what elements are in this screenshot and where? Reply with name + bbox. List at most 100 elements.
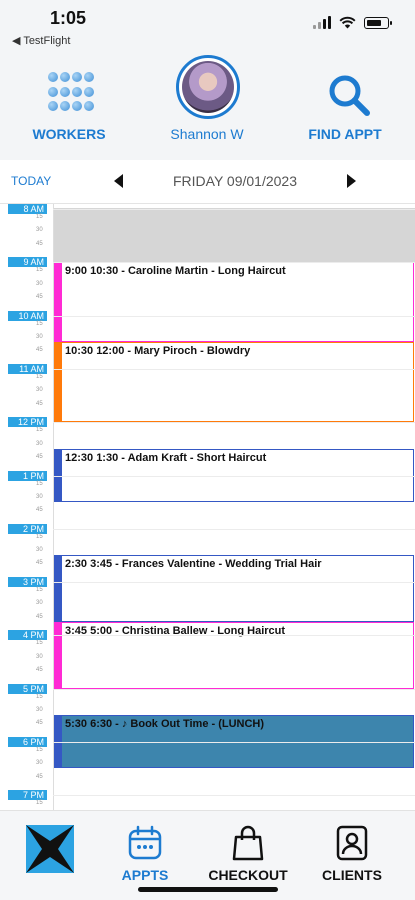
time-column: 8 AM 15 30 45 9 AM 15 30 45 10 AM 15 30 45 11 AM 15 30…: [0, 204, 55, 810]
hour-gridline: [53, 688, 415, 690]
next-day-arrow-icon[interactable]: [342, 172, 360, 190]
search-icon: [329, 75, 370, 116]
minute-label: 45: [36, 560, 43, 567]
tab-checkout-label: CHECKOUT: [208, 867, 288, 883]
hour-label: 5 PM: [8, 683, 47, 694]
minute-label: 15: [36, 427, 43, 434]
status-bar: 1:05 ◀ TestFlight: [0, 0, 415, 52]
minute-label: 30: [36, 653, 43, 660]
minute-label: 15: [36, 640, 43, 647]
hour-gridline: [53, 368, 415, 370]
hour-label: 10 AM: [8, 310, 47, 321]
minute-label: 30: [36, 493, 43, 500]
minute-label: 30: [36, 227, 43, 234]
minute-label: 45: [36, 667, 43, 673]
profile-name: Shannon W: [170, 126, 244, 142]
minute-label: 15: [36, 373, 43, 380]
minute-label: 15: [36, 267, 43, 274]
appointment-text: 9:00 10:30 - Caroline Martin - Long Hair…: [65, 265, 286, 277]
day-calendar[interactable]: 8 AM 15 30 45 9 AM 15 30 45 10 AM 15 30 45 11 AM 15 30…: [0, 204, 415, 810]
minute-label: 15: [36, 587, 43, 594]
minute-label: 45: [36, 400, 43, 407]
hour-label: 11 AM: [8, 363, 47, 374]
appointment-block[interactable]: 3:45 5:00 - Christina Ballew - Long Hair…: [54, 622, 414, 689]
hour-label: 8 AM: [8, 204, 47, 214]
cellular-signal-icon: [313, 16, 331, 29]
hour-gridline: [53, 795, 415, 797]
home-indicator: [138, 887, 278, 892]
today-button[interactable]: TODAY: [11, 174, 51, 188]
hour-gridline: [53, 528, 415, 530]
minute-label: 15: [36, 693, 43, 700]
minute-label: 15: [36, 747, 43, 753]
hour-label: 2 PM: [8, 523, 47, 534]
appointment-text: 10:30 12:00 - Mary Piroch - Blowdry: [65, 345, 251, 357]
hour-gridline: [53, 475, 415, 477]
date-bar: TODAY FRIDAY 09/01/2023: [0, 160, 415, 204]
avatar: [176, 55, 240, 119]
battery-icon: [364, 17, 392, 29]
minute-label: 15: [36, 533, 43, 540]
minute-label: 45: [36, 293, 43, 300]
minute-label: 30: [36, 333, 43, 340]
minute-label: 45: [36, 453, 43, 460]
minute-label: 30: [36, 440, 43, 447]
hour-gridline: [53, 742, 415, 743]
minute-label: 45: [36, 240, 43, 247]
hour-label: 4 PM: [8, 630, 47, 641]
tab-clients[interactable]: CLIENTS: [307, 811, 397, 891]
find-appt-button[interactable]: FIND APPT: [276, 52, 414, 160]
appointment-block[interactable]: 10:30 12:00 - Mary Piroch - Blowdry: [54, 342, 414, 422]
minute-label: 45: [36, 720, 43, 727]
hour-label: 3 PM: [8, 577, 47, 588]
hour-gridline: [53, 262, 415, 264]
hour-gridline: [53, 635, 415, 637]
appointment-text: 5:30 6:30 - ♪ Book Out Time - (LUNCH): [65, 718, 265, 730]
bottom-tab-bar: APPTS CHECKOUT CLIENTS: [0, 810, 415, 900]
hour-gridline: [53, 422, 415, 424]
minute-label: 15: [36, 800, 43, 807]
minute-label: 15: [36, 320, 43, 327]
appointment-block[interactable]: 2:30 3:45 - Frances Valentine - Wedding …: [54, 555, 414, 622]
workers-grid-icon: [48, 72, 94, 114]
current-date: FRIDAY 09/01/2023: [172, 173, 297, 189]
minute-label: 30: [36, 387, 43, 394]
minute-label: 15: [36, 480, 43, 487]
hour-gridline: [53, 315, 415, 317]
tab-appts[interactable]: APPTS: [100, 811, 190, 891]
minute-label: 45: [36, 773, 43, 780]
client-card-icon: [336, 825, 368, 861]
minute-label: 45: [36, 613, 43, 620]
minute-label: 30: [36, 707, 43, 713]
find-appt-label: FIND APPT: [308, 126, 382, 142]
appointment-text: 12:30 1:30 - Adam Kraft - Short Haircut: [65, 452, 267, 464]
hour-gridline: [53, 582, 415, 584]
shopping-bag-icon: [232, 825, 264, 861]
minute-label: 30: [36, 600, 43, 607]
minute-label: 45: [36, 507, 43, 514]
workers-button[interactable]: WORKERS: [0, 52, 138, 160]
profile-button[interactable]: Shannon W: [138, 52, 276, 160]
top-navigation: WORKERS Shannon W FIND APPT: [0, 52, 415, 160]
calendar-icon: [128, 825, 162, 860]
minute-label: 45: [36, 347, 43, 354]
hour-gridline: [53, 209, 415, 210]
minute-label: 15: [36, 214, 43, 220]
home-logo-tab[interactable]: [10, 811, 100, 891]
hour-label: 6 PM: [8, 737, 47, 747]
app-logo-icon: [26, 825, 74, 873]
minute-label: 30: [36, 760, 43, 767]
hour-label: 1 PM: [8, 470, 47, 481]
tab-checkout[interactable]: CHECKOUT: [202, 811, 294, 891]
workers-label: WORKERS: [32, 126, 106, 142]
hour-label: 9 AM: [8, 257, 47, 268]
tab-appts-label: APPTS: [121, 867, 169, 883]
blocked-time-slot: [54, 208, 415, 262]
back-to-app-link[interactable]: ◀ TestFlight: [12, 34, 70, 47]
wifi-icon: [339, 16, 356, 29]
system-icons: [313, 16, 392, 29]
appointment-text: 2:30 3:45 - Frances Valentine - Wedding …: [65, 558, 322, 570]
tab-clients-label: CLIENTS: [322, 867, 382, 883]
previous-day-arrow-icon[interactable]: [110, 172, 128, 190]
appointment-block[interactable]: 9:00 10:30 - Caroline Martin - Long Hair…: [54, 262, 414, 342]
